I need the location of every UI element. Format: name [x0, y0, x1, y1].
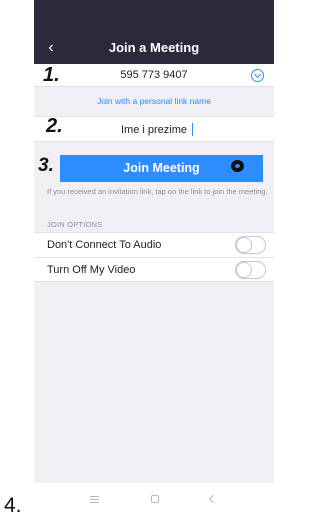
hand-drawn-circle-annotation	[231, 160, 244, 172]
option-label-audio: Don't Connect To Audio	[47, 239, 162, 251]
meeting-id-field[interactable]: 595 773 9407	[34, 64, 274, 87]
join-options-heading: JOIN OPTIONS	[47, 220, 103, 229]
chevron-down-circle-icon[interactable]	[251, 69, 264, 82]
status-bar	[34, 0, 274, 32]
page-title: Join a Meeting	[108, 40, 200, 55]
text-cursor	[192, 123, 193, 136]
toggle-knob	[236, 262, 252, 278]
personal-link-name-link[interactable]: Join with a personal link name	[34, 88, 274, 115]
option-row-video[interactable]: Turn Off My Video	[34, 257, 274, 282]
toggle-video[interactable]	[235, 261, 266, 279]
phone-screen: ‹ Join a Meeting 595 773 9407 Join with …	[34, 0, 274, 520]
system-nav-bar	[34, 483, 274, 520]
annotation-step-4: 4.	[4, 494, 22, 517]
back-icon[interactable]	[208, 494, 218, 504]
toggle-knob	[236, 237, 252, 253]
meeting-id-value[interactable]: 595 773 9407	[34, 69, 274, 81]
toggle-audio[interactable]	[235, 236, 266, 254]
invitation-info-text: If you received an invitation link, tap …	[47, 187, 268, 196]
header-bar: ‹ Join a Meeting	[34, 32, 274, 64]
option-label-video: Turn Off My Video	[47, 264, 136, 276]
option-row-audio[interactable]: Don't Connect To Audio	[34, 232, 274, 257]
name-field[interactable]	[34, 116, 274, 142]
annotation-step-1: 1.	[43, 64, 60, 86]
home-icon[interactable]	[151, 495, 159, 503]
annotation-step-3: 3.	[38, 155, 54, 176]
menu-icon[interactable]	[90, 496, 99, 503]
annotation-step-2: 2.	[46, 115, 63, 137]
name-input[interactable]	[44, 122, 264, 137]
